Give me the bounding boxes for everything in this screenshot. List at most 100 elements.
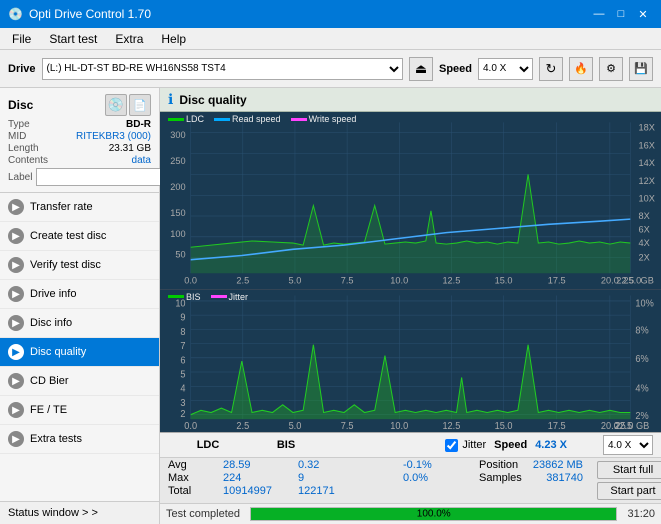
title-bar: 💿 Opti Drive Control 1.70 — □ ✕ (0, 0, 661, 28)
disc-quality-icon: ▶ (8, 344, 24, 360)
col-bis-header: BIS (256, 439, 316, 451)
menu-help[interactable]: Help (153, 30, 194, 48)
avg-jitter-value: -0.1% (403, 459, 463, 471)
speed-select[interactable]: 4.0 X (478, 58, 533, 80)
jitter-label: Jitter (462, 439, 486, 451)
sidebar-item-fe-te[interactable]: ▶ FE / TE (0, 396, 159, 425)
svg-text:18X: 18X (639, 123, 655, 133)
bottom-status: Test completed 100.0% 31:20 (160, 503, 661, 524)
start-full-button[interactable]: Start full (597, 461, 661, 479)
close-button[interactable]: ✕ (633, 4, 653, 24)
disc-contents-row: Contents data (8, 155, 151, 166)
menu-extra[interactable]: Extra (107, 30, 151, 48)
legend-read-speed: Read speed (214, 114, 281, 124)
time-value: 31:20 (621, 508, 661, 520)
jitter-checkbox[interactable] (445, 439, 458, 452)
sidebar-item-verify-test-disc[interactable]: ▶ Verify test disc (0, 251, 159, 280)
cd-bier-label: CD Bier (30, 375, 69, 387)
stats-header: LDC BIS Jitter Speed 4.23 X (160, 433, 661, 458)
sidebar-item-drive-info[interactable]: ▶ Drive info (0, 280, 159, 309)
max-label: Max (168, 472, 203, 484)
svg-text:8X: 8X (639, 211, 650, 221)
svg-text:10%: 10% (635, 298, 654, 309)
create-test-icon: ▶ (8, 228, 24, 244)
svg-text:3: 3 (180, 397, 185, 408)
legend-ldc: LDC (168, 114, 204, 124)
refresh-button[interactable]: ↻ (539, 57, 563, 81)
sidebar-item-disc-info[interactable]: ▶ Disc info (0, 309, 159, 338)
sidebar-item-create-test-disc[interactable]: ▶ Create test disc (0, 222, 159, 251)
disc-info-label: Disc info (30, 317, 72, 329)
chart-area: LDC Read speed Write speed (160, 112, 661, 432)
settings-button[interactable]: ⚙ (599, 57, 623, 81)
legend-jitter: Jitter (211, 292, 249, 302)
svg-text:6X: 6X (639, 225, 650, 235)
total-bis-value: 122171 (298, 485, 343, 497)
max-ldc-value: 224 (223, 472, 278, 484)
disc-type-value: BD-R (126, 119, 151, 130)
avg-ldc-value: 28.59 (223, 459, 278, 471)
minimize-button[interactable]: — (589, 4, 609, 24)
chart2-svg: 10 9 8 7 6 5 4 3 2 10% 8% 6% 4% (160, 290, 661, 432)
position-value: 23862 MB (533, 459, 583, 471)
menu-file[interactable]: File (4, 30, 39, 48)
menu-bar: File Start test Extra Help (0, 28, 661, 50)
svg-text:5.0: 5.0 (289, 276, 302, 286)
disc-info-icon: ▶ (8, 315, 24, 331)
disc-quality-label: Disc quality (30, 346, 86, 358)
drive-info-icon: ▶ (8, 286, 24, 302)
extra-tests-icon: ▶ (8, 431, 24, 447)
title-bar-left: 💿 Opti Drive Control 1.70 (8, 7, 151, 21)
transfer-rate-icon: ▶ (8, 199, 24, 215)
title-bar-controls: — □ ✕ (589, 4, 653, 24)
verify-test-label: Verify test disc (30, 259, 101, 271)
disc-length-row: Length 23.31 GB (8, 143, 151, 154)
disc-type-label: Type (8, 119, 30, 130)
app-title: Opti Drive Control 1.70 (29, 7, 151, 21)
quality-title: Disc quality (179, 93, 246, 107)
sidebar-item-transfer-rate[interactable]: ▶ Transfer rate (0, 193, 159, 222)
svg-text:4%: 4% (635, 383, 649, 394)
eject-button[interactable]: ⏏ (409, 57, 433, 81)
start-part-button[interactable]: Start part (597, 482, 661, 500)
disc-label-input[interactable] (36, 168, 174, 186)
drive-info-label: Drive info (30, 288, 76, 300)
svg-text:10.0: 10.0 (390, 276, 408, 286)
quality-header: ℹ Disc quality (160, 88, 661, 112)
menu-start-test[interactable]: Start test (41, 30, 105, 48)
disc-icon-2[interactable]: 📄 (129, 94, 151, 116)
app-container: 💿 Opti Drive Control 1.70 — □ ✕ File Sta… (0, 0, 661, 524)
svg-text:200: 200 (170, 182, 185, 192)
chart1-svg: 300 250 200 150 100 50 18X 16X 14X 12X 1… (160, 112, 661, 289)
sidebar-item-disc-quality[interactable]: ▶ Disc quality (0, 338, 159, 367)
burn-button[interactable]: 🔥 (569, 57, 593, 81)
svg-text:15.0: 15.0 (495, 276, 513, 286)
chart-bis: BIS Jitter (160, 290, 661, 432)
app-icon: 💿 (8, 7, 23, 21)
svg-text:2: 2 (180, 408, 185, 419)
svg-text:17.5: 17.5 (548, 276, 566, 286)
svg-text:5.0: 5.0 (289, 420, 302, 431)
save-button[interactable]: 💾 (629, 57, 653, 81)
svg-text:14X: 14X (639, 158, 655, 168)
drive-select[interactable]: (L:) HL-DT-ST BD-RE WH16NS58 TST4 (42, 58, 403, 80)
chart-ldc: LDC Read speed Write speed (160, 112, 661, 290)
speed-stat-select[interactable]: 4.0 X (603, 435, 653, 455)
disc-title: Disc (8, 98, 33, 112)
body-area: Disc 💿 📄 Type BD-R MID RITEKBR3 (000) Le… (0, 88, 661, 524)
svg-text:16X: 16X (639, 140, 655, 150)
verify-test-icon: ▶ (8, 257, 24, 273)
svg-text:9: 9 (180, 312, 185, 323)
disc-panel: Disc 💿 📄 Type BD-R MID RITEKBR3 (000) Le… (0, 88, 159, 193)
disc-label-label: Label (8, 172, 32, 183)
sidebar-item-extra-tests[interactable]: ▶ Extra tests (0, 425, 159, 454)
chart2-legend: BIS Jitter (168, 292, 248, 302)
sidebar-item-cd-bier[interactable]: ▶ CD Bier (0, 367, 159, 396)
disc-icon-1[interactable]: 💿 (105, 94, 127, 116)
maximize-button[interactable]: □ (611, 4, 631, 24)
progress-value: 100.0% (417, 509, 451, 520)
svg-text:10.0: 10.0 (390, 420, 408, 431)
svg-text:2.5: 2.5 (236, 276, 249, 286)
status-window-btn[interactable]: Status window > > (0, 501, 159, 524)
speed-stat-label: Speed (494, 439, 527, 451)
